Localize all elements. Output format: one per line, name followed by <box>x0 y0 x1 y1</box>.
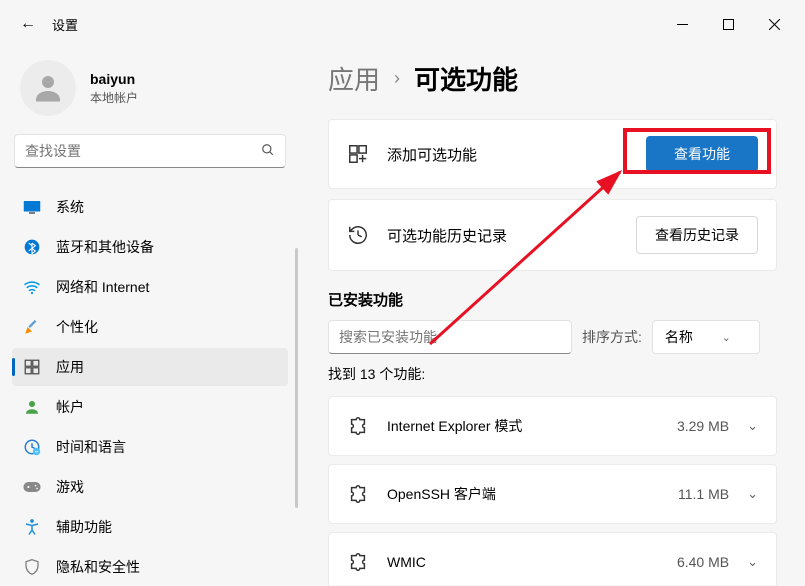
installed-search-row: 排序方式: 名称 ⌄ <box>328 320 777 354</box>
nav-item-privacy[interactable]: 隐私和安全性 <box>12 548 288 586</box>
profile[interactable]: baiyun 本地帐户 <box>12 52 288 134</box>
breadcrumb: 应用 › 可选功能 <box>328 60 777 97</box>
network-icon <box>22 277 42 297</box>
nav-label: 游戏 <box>56 477 84 497</box>
nav-item-personalize[interactable]: 个性化 <box>12 308 288 346</box>
feature-name: OpenSSH 客户端 <box>387 484 678 504</box>
breadcrumb-current: 可选功能 <box>414 60 518 97</box>
feature-name: WMIC <box>387 554 677 570</box>
minimize-button[interactable] <box>659 8 705 40</box>
chevron-right-icon: › <box>394 68 400 89</box>
add-icon <box>347 143 369 165</box>
nav-label: 隐私和安全性 <box>56 557 140 577</box>
nav-item-gaming[interactable]: 游戏 <box>12 468 288 506</box>
add-feature-label: 添加可选功能 <box>387 144 646 165</box>
window-controls <box>659 8 797 40</box>
nav-item-bluetooth[interactable]: 蓝牙和其他设备 <box>12 228 288 266</box>
nav-item-apps[interactable]: 应用 <box>12 348 288 386</box>
privacy-icon <box>22 557 42 577</box>
nav-label: 系统 <box>56 197 84 217</box>
titlebar: ← 设置 <box>0 0 805 48</box>
gaming-icon <box>22 477 42 497</box>
search-box[interactable] <box>14 134 286 168</box>
puzzle-icon <box>347 415 369 437</box>
feature-item[interactable]: OpenSSH 客户端11.1 MB ⌄ <box>328 464 777 524</box>
time-icon <box>22 437 42 457</box>
installed-search-input[interactable] <box>328 320 572 354</box>
window-title: 设置 <box>52 15 78 34</box>
chevron-down-icon: ⌄ <box>747 418 758 434</box>
feature-size: 11.1 MB <box>678 486 729 502</box>
chevron-down-icon: ⌄ <box>722 331 731 344</box>
feature-size: 6.40 MB <box>677 554 729 570</box>
feature-name: Internet Explorer 模式 <box>387 416 677 436</box>
chevron-down-icon: ⌄ <box>747 486 758 502</box>
nav-item-network[interactable]: 网络和 Internet <box>12 268 288 306</box>
nav-label: 应用 <box>56 357 84 377</box>
found-count: 找到 13 个功能: <box>328 364 777 384</box>
back-button[interactable]: ← <box>8 4 48 44</box>
chevron-down-icon: ⌄ <box>747 554 758 570</box>
maximize-button[interactable] <box>705 8 751 40</box>
nav-label: 个性化 <box>56 317 98 337</box>
puzzle-icon <box>347 483 369 505</box>
search-input[interactable] <box>25 143 261 159</box>
search-icon <box>261 143 275 160</box>
nav-label: 网络和 Internet <box>56 277 149 297</box>
sort-select[interactable]: 名称 ⌄ <box>652 320 760 354</box>
nav-item-accessibility[interactable]: 辅助功能 <box>12 508 288 546</box>
history-label: 可选功能历史记录 <box>387 225 636 246</box>
sort-value: 名称 <box>665 327 693 347</box>
view-features-button[interactable]: 查看功能 <box>646 136 758 172</box>
scrollbar[interactable] <box>295 248 298 508</box>
puzzle-icon <box>347 551 369 573</box>
view-history-button[interactable]: 查看历史记录 <box>636 216 758 254</box>
personalize-icon <box>22 317 42 337</box>
history-card: 可选功能历史记录 查看历史记录 <box>328 199 777 271</box>
installed-title: 已安装功能 <box>328 289 777 310</box>
add-feature-card: 添加可选功能 查看功能 <box>328 119 777 189</box>
apps-icon <box>22 357 42 377</box>
sort-label: 排序方式: <box>582 327 642 347</box>
breadcrumb-parent[interactable]: 应用 <box>328 60 380 97</box>
sidebar: baiyun 本地帐户 系统蓝牙和其他设备网络和 Internet 个性化应用帐户… <box>0 48 300 585</box>
feature-size: 3.29 MB <box>677 418 729 434</box>
close-button[interactable] <box>751 8 797 40</box>
nav-label: 辅助功能 <box>56 517 112 537</box>
nav-label: 时间和语言 <box>56 437 126 457</box>
system-icon <box>22 197 42 217</box>
history-icon <box>347 224 369 246</box>
nav-label: 帐户 <box>56 397 84 417</box>
nav-item-system[interactable]: 系统 <box>12 188 288 226</box>
accessibility-icon <box>22 517 42 537</box>
feature-item[interactable]: Internet Explorer 模式3.29 MB ⌄ <box>328 396 777 456</box>
nav-list: 系统蓝牙和其他设备网络和 Internet 个性化应用帐户时间和语言游戏辅助功能隐… <box>12 188 288 586</box>
feature-item[interactable]: WMIC6.40 MB ⌄ <box>328 532 777 585</box>
nav-item-accounts[interactable]: 帐户 <box>12 388 288 426</box>
avatar <box>20 60 76 116</box>
nav-label: 蓝牙和其他设备 <box>56 237 154 257</box>
profile-name: baiyun <box>90 71 138 87</box>
feature-list: Internet Explorer 模式3.29 MB⌄OpenSSH 客户端1… <box>328 396 777 585</box>
accounts-icon <box>22 397 42 417</box>
content: 应用 › 可选功能 添加可选功能 查看功能 可选功能历史记录 查看历史记录 已安… <box>300 48 805 585</box>
profile-type: 本地帐户 <box>90 89 138 106</box>
nav-item-time[interactable]: 时间和语言 <box>12 428 288 466</box>
bluetooth-icon <box>22 237 42 257</box>
